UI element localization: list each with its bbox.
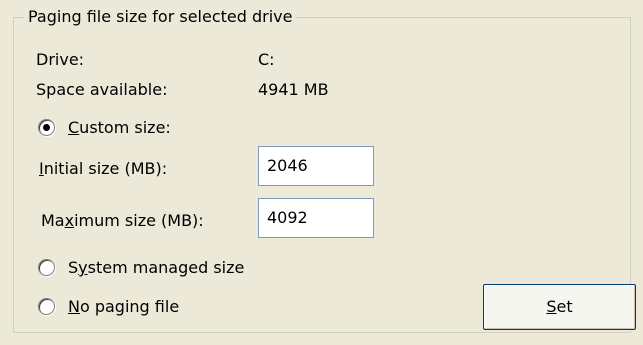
set-button-label-rest: et xyxy=(556,297,573,316)
custom-size-radio-button[interactable] xyxy=(38,119,55,136)
drive-label: Drive: xyxy=(36,50,85,69)
initial-size-label-rest: nitial size (MB): xyxy=(43,159,168,178)
custom-size-label[interactable]: Custom size: xyxy=(68,117,171,139)
system-managed-label[interactable]: System managed size xyxy=(68,257,244,279)
no-paging-file-radio-button[interactable] xyxy=(38,298,55,315)
set-button-mnemonic: S xyxy=(546,297,557,316)
system-managed-label-pre: S xyxy=(68,258,79,277)
system-managed-mnemonic: y xyxy=(78,258,88,277)
maximum-size-label: Maximum size (MB): xyxy=(41,210,204,232)
drive-value: C: xyxy=(258,50,275,69)
maximum-size-label-pre: Ma xyxy=(41,211,65,230)
initial-size-label: Initial size (MB): xyxy=(39,158,167,180)
no-paging-file-label-rest: o paging file xyxy=(79,297,180,316)
system-managed-radio-button[interactable] xyxy=(38,259,55,276)
custom-size-mnemonic: C xyxy=(68,118,80,137)
set-button[interactable]: Set xyxy=(483,284,636,330)
maximum-size-label-rest: imum size (MB): xyxy=(74,211,204,230)
maximum-size-mnemonic: x xyxy=(64,211,75,230)
initial-size-input[interactable]: 2046 xyxy=(258,146,374,186)
space-available-label: Space available: xyxy=(36,80,168,99)
radio-selected-dot xyxy=(43,124,50,131)
no-paging-file-mnemonic: N xyxy=(68,297,80,316)
space-available-value: 4941 MB xyxy=(258,80,329,99)
maximum-size-input[interactable]: 4092 xyxy=(258,198,374,238)
system-managed-label-rest: stem managed size xyxy=(87,258,245,277)
group-title: Paging file size for selected drive xyxy=(24,6,297,28)
no-paging-file-label[interactable]: No paging file xyxy=(68,296,179,318)
custom-size-label-rest: ustom size: xyxy=(79,118,171,137)
